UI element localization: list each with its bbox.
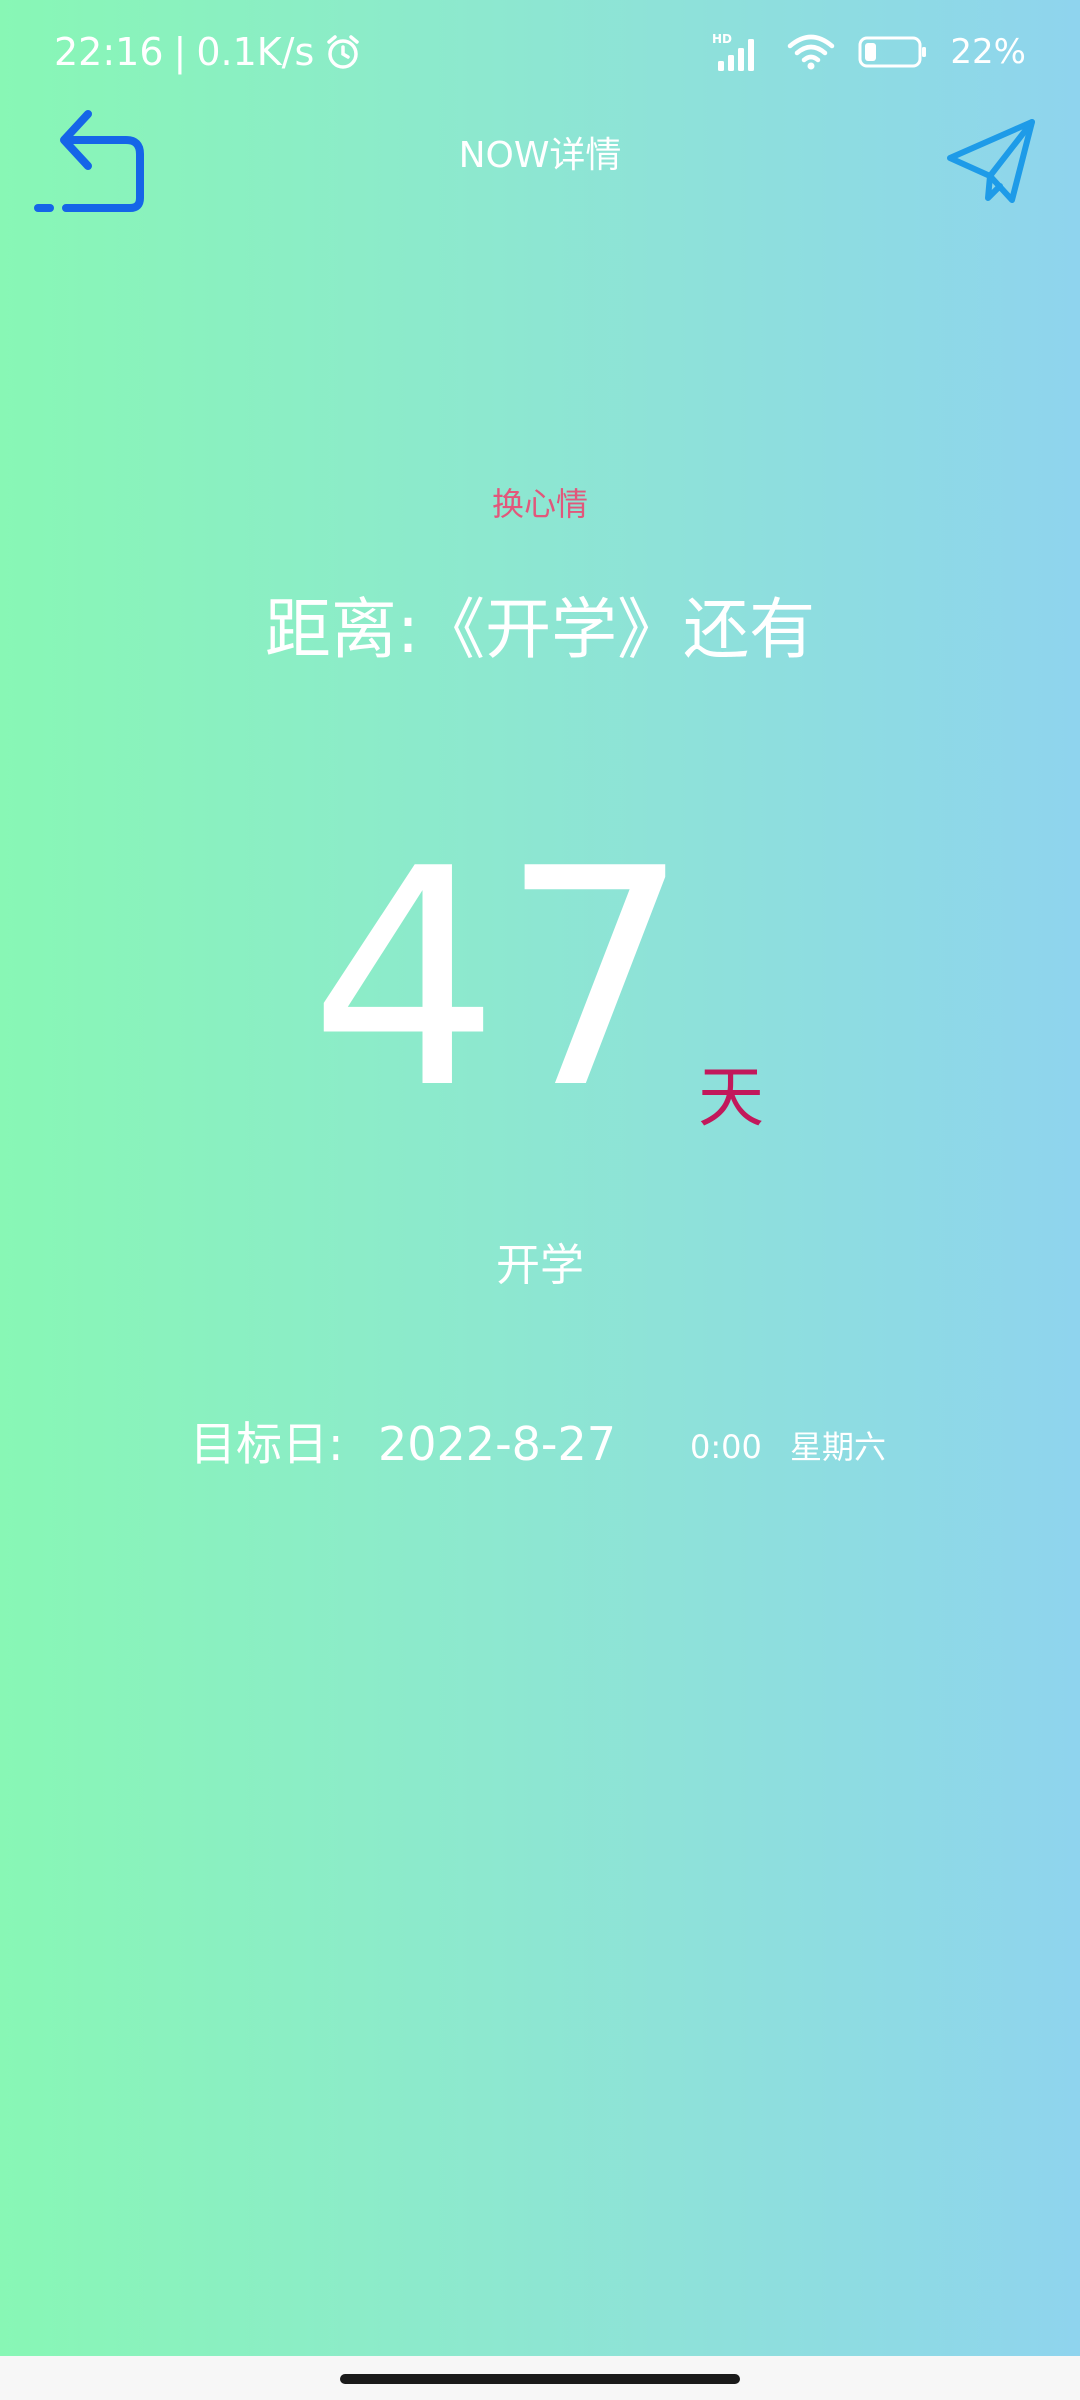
wifi-icon xyxy=(786,32,836,72)
battery-percent: 22% xyxy=(950,32,1026,72)
status-left: 22:16 | 0.1K/s xyxy=(54,28,362,76)
countdown-display: 47 天 xyxy=(0,820,1080,1150)
days-remaining: 47 xyxy=(309,805,691,1154)
home-indicator[interactable] xyxy=(340,2374,740,2384)
page-title: NOW详情 xyxy=(458,135,622,176)
network-speed: 0.1K/s xyxy=(196,30,315,74)
countdown-heading: 距离:《开学》还有 xyxy=(264,591,816,668)
status-bar: 22:16 | 0.1K/s HD 22% xyxy=(0,0,1080,100)
battery-icon xyxy=(858,35,928,69)
event-name: 开学 xyxy=(496,1240,584,1291)
screen: 22:16 | 0.1K/s HD 22% NOW详情 换心情 距离:《开学》还… xyxy=(0,0,1080,2400)
target-date-row: 目标日: 2022-8-27 0:00 星期六 xyxy=(190,1410,950,1480)
target-weekday: 星期六 xyxy=(790,1428,887,1466)
header: NOW详情 xyxy=(0,96,1080,216)
system-nav-bar xyxy=(0,2356,1080,2400)
status-separator: | xyxy=(173,30,187,74)
target-date-label: 目标日: xyxy=(190,1417,344,1471)
status-time: 22:16 xyxy=(54,30,164,74)
days-unit: 天 xyxy=(698,1059,764,1136)
send-paper-plane-icon xyxy=(947,119,1035,203)
alarm-icon xyxy=(324,33,362,71)
target-time-value: 0:00 xyxy=(690,1428,762,1466)
signal-icon: HD xyxy=(712,31,764,73)
share-button[interactable] xyxy=(944,114,1040,210)
status-right: HD 22% xyxy=(712,28,1026,76)
target-date-value: 2022-8-27 xyxy=(378,1417,617,1471)
svg-text:HD: HD xyxy=(712,32,732,46)
change-mood-link[interactable]: 换心情 xyxy=(0,482,1080,526)
